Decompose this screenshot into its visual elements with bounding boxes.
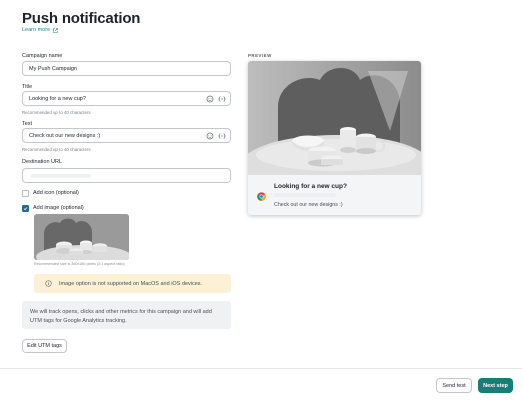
preview-image xyxy=(248,61,421,175)
learn-more-link[interactable]: Learn more xyxy=(22,27,58,33)
preview-url-bar xyxy=(274,193,336,197)
image-thumbnail[interactable] xyxy=(34,214,129,260)
text-hint: Recommended up to 40 characters xyxy=(22,147,91,152)
destination-url-input[interactable] xyxy=(22,168,231,183)
warning-banner: Image option is not supported on MacOS a… xyxy=(34,274,231,293)
title-value: Looking for a new cup? xyxy=(29,95,86,102)
preview-label: PREVIEW xyxy=(248,53,272,58)
personalization-icon[interactable] xyxy=(218,95,226,103)
add-icon-checkbox[interactable] xyxy=(22,190,29,197)
page-title: Push notification xyxy=(22,10,141,27)
campaign-name-label: Campaign name xyxy=(22,53,63,59)
checkmark-icon xyxy=(23,207,28,211)
chrome-icon xyxy=(257,192,266,201)
add-image-checkbox[interactable] xyxy=(22,205,29,212)
cups-photo xyxy=(34,214,129,260)
campaign-name-value: My Push Campaign xyxy=(29,65,77,72)
title-hint: Recommended up to 40 characters xyxy=(22,110,91,115)
preview-text: Check out our new designs :) xyxy=(274,202,343,208)
destination-url-label: Destination URL xyxy=(22,159,63,165)
text-label: Text xyxy=(22,121,33,127)
image-size-note: Recommended size is 360x180 pixels (2:1 … xyxy=(34,262,125,266)
utm-info-box: We will track opens, clicks and other me… xyxy=(22,301,231,329)
add-image-label: Add image (optional) xyxy=(33,205,84,211)
title-label: Title xyxy=(22,84,33,90)
notification-preview: Looking for a new cup? Check out our new… xyxy=(248,61,421,215)
preview-title: Looking for a new cup? xyxy=(274,183,347,190)
personalization-icon[interactable] xyxy=(218,132,226,140)
redacted-url-bar xyxy=(31,174,91,178)
send-test-button[interactable]: Send test xyxy=(436,378,472,393)
emoji-icon[interactable] xyxy=(206,95,214,103)
text-input[interactable]: Check out our new designs :) xyxy=(22,128,231,143)
footer-divider xyxy=(0,368,522,369)
title-input[interactable]: Looking for a new cup? xyxy=(22,91,231,106)
text-value: Check out our new designs :) xyxy=(29,132,101,139)
edit-utm-tags-button[interactable]: Edit UTM tags xyxy=(22,339,67,353)
preview-content: Looking for a new cup? Check out our new… xyxy=(248,175,421,215)
external-link-icon xyxy=(53,27,58,33)
warning-text: Image option is not supported on MacOS a… xyxy=(59,280,203,287)
info-icon xyxy=(45,280,52,287)
emoji-icon[interactable] xyxy=(206,132,214,140)
next-step-button[interactable]: Next step xyxy=(478,378,513,393)
add-icon-label: Add icon (optional) xyxy=(33,190,79,196)
learn-more-label: Learn more xyxy=(22,27,51,33)
campaign-name-input[interactable]: My Push Campaign xyxy=(22,61,231,76)
